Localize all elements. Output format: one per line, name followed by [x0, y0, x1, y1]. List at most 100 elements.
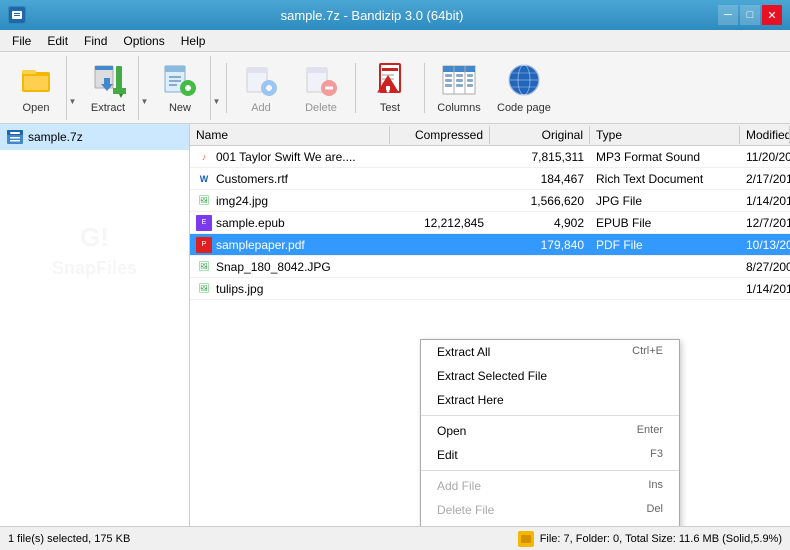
col-header-name[interactable]: Name [190, 126, 390, 144]
menu-help[interactable]: Help [173, 32, 214, 50]
file-original-cell: 1,566,620 [490, 192, 590, 210]
codepage-label: Code page [497, 102, 551, 114]
open-label: Open [23, 102, 50, 114]
app-icon-title [8, 6, 26, 24]
menu-edit[interactable]: Edit [39, 32, 76, 50]
file-type-cell: JPG File [590, 192, 740, 210]
extract-dropdown-arrow[interactable]: ▼ [138, 56, 150, 120]
codepage-button[interactable]: Code page [489, 56, 559, 120]
table-row[interactable]: W Customers.rtf 184,467 Rich Text Docume… [190, 168, 790, 190]
pdf-icon: P [196, 237, 212, 253]
ctx-item-label: Open [437, 424, 466, 438]
file-original-cell: 179,840 [490, 236, 590, 254]
open-button[interactable]: Open [6, 56, 66, 120]
ctx-item-label: Edit [437, 448, 458, 462]
context-menu-item-edit[interactable]: Edit F3 [421, 443, 679, 467]
file-name-cell: W Customers.rtf [190, 169, 390, 189]
ctx-item-label: Extract All [437, 345, 490, 359]
file-original-cell [490, 287, 590, 291]
file-type-cell [590, 265, 740, 269]
file-modified-cell: 10/13/201 [740, 236, 790, 254]
ctx-item-shortcut: Ctrl+E [632, 345, 663, 359]
col-header-type[interactable]: Type [590, 126, 740, 144]
ctx-item-shortcut: Del [646, 503, 663, 517]
table-row[interactable]: 🖼 img24.jpg 1,566,620 JPG File 1/14/2013 [190, 190, 790, 212]
ctx-item-label: Extract Here [437, 393, 504, 407]
menu-file[interactable]: File [4, 32, 39, 50]
file-original-cell: 4,902 [490, 214, 590, 232]
file-compressed-cell [390, 199, 490, 203]
test-button[interactable]: Test [360, 56, 420, 120]
file-list-header: Name Compressed Original Type Modified [190, 124, 790, 146]
context-menu-item-extract-here[interactable]: Extract Here [421, 388, 679, 412]
file-modified-cell: 12/7/2012 [740, 214, 790, 232]
file-original-cell: 184,467 [490, 170, 590, 188]
toolbar-separator-2 [355, 63, 356, 113]
file-modified-cell: 11/20/201 [740, 148, 790, 166]
menu-bar: File Edit Find Options Help [0, 30, 790, 52]
file-original-cell: 7,815,311 [490, 148, 590, 166]
col-header-original[interactable]: Original [490, 126, 590, 144]
file-compressed-cell [390, 287, 490, 291]
context-menu-item-add-file: Add File Ins [421, 474, 679, 498]
add-label: Add [251, 102, 271, 114]
file-type-cell [590, 287, 740, 291]
toolbar-separator-1 [226, 63, 227, 113]
file-name-cell: P samplepaper.pdf [190, 235, 390, 255]
table-row[interactable]: ♪ 001 Taylor Swift We are.... 7,815,311 … [190, 146, 790, 168]
file-compressed-cell [390, 155, 490, 159]
codepage-icon [505, 61, 543, 99]
tree-item-archive[interactable]: sample.7z [0, 124, 189, 150]
table-row[interactable]: P samplepaper.pdf 179,840 PDF File 10/13… [190, 234, 790, 256]
right-panel: Name Compressed Original Type Modified ♪… [190, 124, 790, 526]
close-button[interactable]: ✕ [762, 5, 782, 25]
table-row[interactable]: 🖼 Snap_180_8042.JPG 8/27/2004 [190, 256, 790, 278]
test-label: Test [380, 102, 400, 114]
title-bar: sample.7z - Bandizip 3.0 (64bit) ─ □ ✕ [0, 0, 790, 30]
add-icon [242, 61, 280, 99]
new-label: New [169, 102, 191, 114]
context-menu-item-rename-file: Rename File [421, 522, 679, 526]
toolbar-separator-3 [424, 63, 425, 113]
menu-find[interactable]: Find [76, 32, 115, 50]
columns-button[interactable]: Columns [429, 56, 489, 120]
file-name-cell: 🖼 img24.jpg [190, 191, 390, 211]
col-header-modified[interactable]: Modified [740, 126, 790, 144]
new-button[interactable]: New [150, 56, 210, 120]
add-button[interactable]: Add [231, 56, 291, 120]
context-menu-item-extract-selected-file[interactable]: Extract Selected File [421, 364, 679, 388]
window-controls: ─ □ ✕ [718, 5, 782, 25]
menu-options[interactable]: Options [115, 32, 172, 50]
status-left: 1 file(s) selected, 175 KB [8, 533, 130, 545]
context-menu-item-open[interactable]: Open Enter [421, 419, 679, 443]
archive-icon [6, 128, 24, 146]
file-name-cell: 🖼 Snap_180_8042.JPG [190, 257, 390, 277]
delete-button[interactable]: Delete [291, 56, 351, 120]
delete-label: Delete [305, 102, 337, 114]
context-menu-separator [421, 415, 679, 416]
jpg-icon: 🖼 [196, 193, 212, 209]
new-dropdown-arrow[interactable]: ▼ [210, 56, 222, 120]
tree-item-label: sample.7z [28, 130, 83, 144]
table-row[interactable]: 🖼 tulips.jpg 1/14/2013 [190, 278, 790, 300]
table-row[interactable]: E sample.epub 12,212,845 4,902 EPUB File… [190, 212, 790, 234]
minimize-button[interactable]: ─ [718, 5, 738, 25]
ctx-item-label: Extract Selected File [437, 369, 547, 383]
col-header-compressed[interactable]: Compressed [390, 126, 490, 144]
file-type-cell: EPUB File [590, 214, 740, 232]
file-name-cell: 🖼 tulips.jpg [190, 279, 390, 299]
maximize-button[interactable]: □ [740, 5, 760, 25]
ctx-item-label: Delete File [437, 503, 494, 517]
context-menu-item-extract-all[interactable]: Extract All Ctrl+E [421, 340, 679, 364]
extract-button[interactable]: Extract [78, 56, 138, 120]
test-icon [371, 61, 409, 99]
toolbar: Open ▼ Extract ▼ [0, 52, 790, 124]
left-panel: sample.7z G! SnapFiles [0, 124, 190, 526]
epub-icon: E [196, 215, 212, 231]
ctx-item-shortcut: Ins [648, 479, 663, 493]
file-modified-cell: 1/14/2013 [740, 192, 790, 210]
file-compressed-cell [390, 177, 490, 181]
open-dropdown-arrow[interactable]: ▼ [66, 56, 78, 120]
extract-icon [89, 61, 127, 99]
watermark: G! SnapFiles [0, 150, 189, 350]
